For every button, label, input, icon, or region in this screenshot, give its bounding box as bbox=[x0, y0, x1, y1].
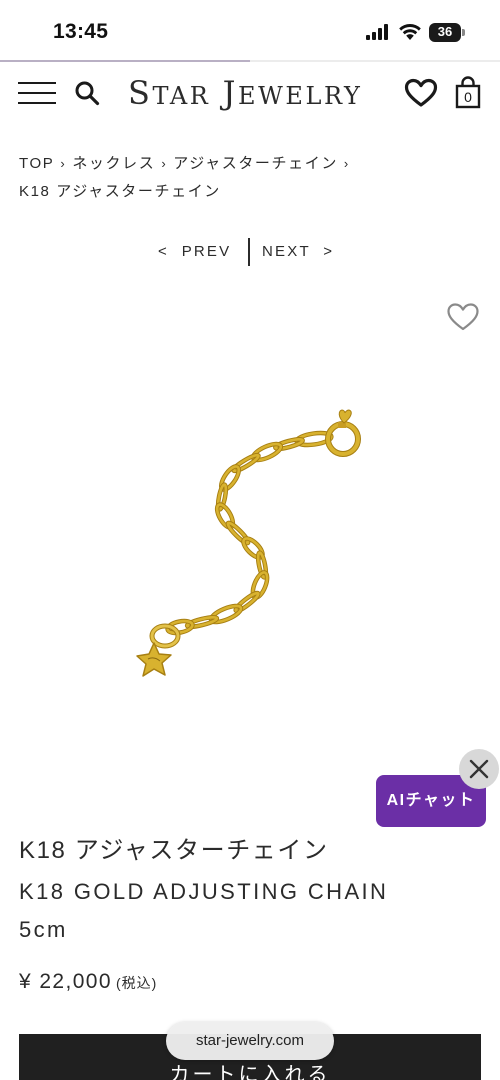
product-title-jp: K18 アジャスターチェイン bbox=[19, 837, 329, 864]
status-time: 13:45 bbox=[53, 20, 109, 43]
product-pager: < PREV NEXT > bbox=[0, 238, 500, 268]
product-size: 5cm bbox=[19, 917, 68, 942]
menu-icon[interactable] bbox=[18, 82, 56, 104]
breadcrumb-separator: › bbox=[60, 156, 67, 171]
product-price: ¥ 22,000 (税込) bbox=[19, 970, 157, 994]
site-logo[interactable]: STAR JEWELRY bbox=[128, 74, 362, 112]
breadcrumb-separator: › bbox=[161, 156, 168, 171]
search-icon[interactable] bbox=[74, 80, 100, 106]
chain-link bbox=[225, 520, 251, 546]
cart-count: 0 bbox=[464, 89, 472, 105]
close-icon bbox=[469, 759, 489, 779]
price-value: ¥ 22,000 bbox=[19, 970, 112, 993]
chain-link bbox=[232, 453, 260, 473]
product-title-en-line1: K18 GOLD ADJUSTING CHAIN bbox=[19, 879, 389, 904]
status-bar: 13:45 36 bbox=[0, 0, 500, 62]
product-title-en: K18 GOLD ADJUSTING CHAIN 5cm bbox=[19, 873, 489, 949]
breadcrumb-current: K18 アジャスターチェイン bbox=[19, 183, 221, 200]
battery-cap bbox=[462, 29, 465, 36]
breadcrumb-necklace[interactable]: ネックレス bbox=[72, 155, 155, 172]
breadcrumb-separator: › bbox=[343, 156, 350, 171]
browser-url-bar[interactable]: star-jewelry.com bbox=[166, 1022, 334, 1060]
shopping-bag-button[interactable]: 0 bbox=[454, 76, 482, 110]
price-tax-note: (税込) bbox=[115, 975, 158, 991]
battery-indicator: 36 bbox=[429, 23, 465, 42]
pager-divider bbox=[248, 238, 250, 266]
cellular-signal-icon bbox=[366, 24, 388, 40]
breadcrumb: TOP › ネックレス › アジャスターチェイン › K18 アジャスターチェイン bbox=[19, 150, 479, 206]
breadcrumb-adjuster-chain[interactable]: アジャスターチェイン bbox=[173, 155, 338, 172]
favorite-heart-icon[interactable] bbox=[446, 302, 480, 332]
prev-link[interactable]: < PREV bbox=[158, 243, 231, 260]
ai-chat-close-button[interactable] bbox=[459, 749, 499, 789]
chain-link bbox=[234, 591, 260, 613]
site-header: STAR JEWELRY 0 bbox=[0, 62, 500, 124]
product-image[interactable] bbox=[100, 395, 400, 685]
battery-level: 36 bbox=[437, 24, 453, 39]
breadcrumb-top[interactable]: TOP bbox=[19, 155, 54, 172]
next-link[interactable]: NEXT > bbox=[262, 243, 334, 260]
wifi-icon bbox=[399, 24, 421, 40]
chain-links bbox=[165, 430, 334, 636]
heart-icon[interactable] bbox=[404, 78, 438, 108]
